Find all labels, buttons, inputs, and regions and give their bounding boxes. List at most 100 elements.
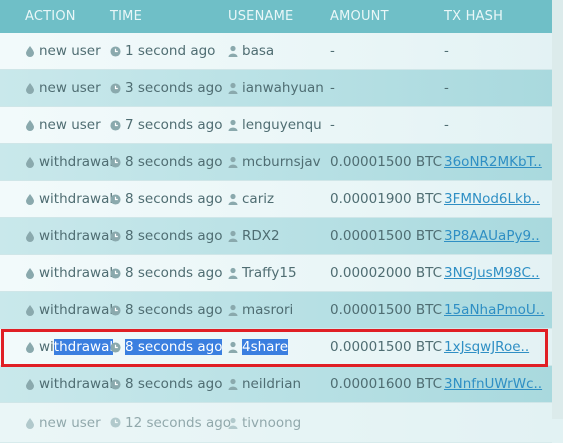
user-icon xyxy=(228,156,238,168)
action-cell: new user xyxy=(25,415,101,431)
drop-icon xyxy=(26,305,34,316)
time-cell: 7 seconds ago xyxy=(110,117,222,133)
action-cell: withdrawal xyxy=(25,228,113,244)
user-cell: lenguyenqu xyxy=(228,117,322,133)
time-cell: 8 seconds ago xyxy=(110,191,222,207)
username-label: mcburnsjav xyxy=(242,154,321,170)
action-label: withdrawal xyxy=(39,302,114,318)
time-label: 3 seconds ago xyxy=(125,80,223,96)
amount-cell: 0.00001900 BTC xyxy=(330,191,443,207)
time-label: 8 seconds ago xyxy=(125,302,223,318)
clock-icon xyxy=(110,45,121,57)
user-cell: cariz xyxy=(228,191,274,207)
time-label-selected: 8 seconds ago xyxy=(125,339,223,355)
action-label: withdrawal xyxy=(39,228,114,244)
tx-hash-link[interactable]: 3P8AAUaPy9.. xyxy=(444,228,540,244)
user-icon xyxy=(228,378,238,390)
time-label: 8 seconds ago xyxy=(125,228,223,244)
table-row: withdrawal 8 seconds ago Traffy15 0.0000… xyxy=(0,255,552,292)
clock-icon xyxy=(110,304,121,316)
clock-icon xyxy=(110,193,121,205)
header-username: USENAME xyxy=(228,9,294,24)
table-row: withdrawal 8 seconds ago neildrian 0.000… xyxy=(0,366,552,403)
tx-hash-link[interactable]: 3NGJusM98C.. xyxy=(444,265,540,281)
time-cell: 8 seconds ago xyxy=(110,302,222,318)
user-icon xyxy=(228,82,238,94)
username-label: masrori xyxy=(242,302,294,318)
user-cell: masrori xyxy=(228,302,293,318)
amount-cell: - xyxy=(330,43,335,59)
time-label: 8 seconds ago xyxy=(125,154,223,170)
table-row: new user 3 seconds ago ianwahyuan - - xyxy=(0,70,552,107)
time-label: 1 second ago xyxy=(125,43,216,59)
tx-hash-link[interactable]: 3NnfnUWrWc.. xyxy=(444,376,542,392)
table-row: new user 12 seconds ago tivnoong xyxy=(0,403,552,443)
table-row: withdrawal 8 seconds ago RDX2 0.00001500… xyxy=(0,218,552,255)
amount-cell: - xyxy=(330,117,335,133)
user-icon xyxy=(228,341,238,353)
user-icon xyxy=(228,417,238,429)
tx-hash-cell: - xyxy=(444,117,449,133)
user-cell: 4share xyxy=(228,339,289,355)
drop-icon xyxy=(26,157,34,168)
tx-hash-link[interactable]: 3FMNod6Lkb.. xyxy=(444,191,540,207)
action-cell: withdrawal xyxy=(25,302,113,318)
action-label: new user xyxy=(39,80,101,96)
action-cell: new user xyxy=(25,43,101,59)
table-row: withdrawal 8 seconds ago cariz 0.0000190… xyxy=(0,181,552,218)
time-cell: 1 second ago xyxy=(110,43,215,59)
clock-icon xyxy=(110,119,121,131)
tx-hash-link[interactable]: 36oNR2MKbT.. xyxy=(444,154,542,170)
action-label: withdrawal xyxy=(39,154,114,170)
user-icon xyxy=(228,119,238,131)
drop-icon xyxy=(26,379,34,390)
time-label: 8 seconds ago xyxy=(125,376,223,392)
action-label: new user xyxy=(39,117,101,133)
user-cell: Traffy15 xyxy=(228,265,297,281)
amount-cell: 0.00001500 BTC xyxy=(330,302,443,318)
username-label: tivnoong xyxy=(242,414,302,431)
time-cell: 3 seconds ago xyxy=(110,80,222,96)
clock-icon xyxy=(110,230,121,242)
username-label: neildrian xyxy=(242,376,302,392)
user-cell: tivnoong xyxy=(228,415,301,431)
time-cell: 8 seconds ago xyxy=(110,376,222,392)
action-cell: withdrawal xyxy=(25,376,113,392)
tx-hash-link[interactable]: 15aNhaPmoU.. xyxy=(444,302,544,318)
user-icon xyxy=(228,304,238,316)
table-row: new user 1 second ago basa - - xyxy=(0,33,552,70)
drop-icon xyxy=(26,83,34,94)
time-cell: 8 seconds ago xyxy=(110,339,223,355)
tx-hash-link[interactable]: 1xJsqwJRoe.. xyxy=(444,339,529,355)
username-label-selected: 4share xyxy=(242,339,289,355)
action-label: new user xyxy=(39,414,101,431)
user-cell: RDX2 xyxy=(228,228,280,244)
time-label: 8 seconds ago xyxy=(125,265,223,281)
amount-cell: 0.00002000 BTC xyxy=(330,265,443,281)
table-row-highlighted: wi thdrawal 8 seconds ago 4share 0.000015… xyxy=(0,329,552,366)
action-cell: withdrawal xyxy=(25,339,114,355)
user-cell: basa xyxy=(228,43,274,59)
clock-icon xyxy=(110,378,121,390)
action-cell: new user xyxy=(25,80,101,96)
header-action: ACTION xyxy=(25,9,76,24)
user-cell: neildrian xyxy=(228,376,301,392)
time-label: 8 seconds ago xyxy=(125,191,223,207)
amount-cell: 0.00001500 BTC xyxy=(330,154,443,170)
time-cell: 12 seconds ago xyxy=(110,415,231,431)
clock-icon xyxy=(110,341,121,353)
time-cell: 8 seconds ago xyxy=(110,228,222,244)
scrollbar-track[interactable] xyxy=(552,0,563,419)
tx-hash-cell: - xyxy=(444,80,449,96)
user-cell: ianwahyuan xyxy=(228,80,324,96)
action-cell: withdrawal xyxy=(25,191,113,207)
drop-icon xyxy=(26,231,34,242)
action-label: new user xyxy=(39,43,101,59)
drop-icon xyxy=(26,120,34,131)
username-label: cariz xyxy=(242,191,275,207)
time-label: 7 seconds ago xyxy=(125,117,223,133)
header-time: TIME xyxy=(110,9,143,24)
username-label: RDX2 xyxy=(242,228,280,244)
drop-icon xyxy=(26,342,34,353)
header-tx-hash: TX HASH xyxy=(444,9,504,24)
